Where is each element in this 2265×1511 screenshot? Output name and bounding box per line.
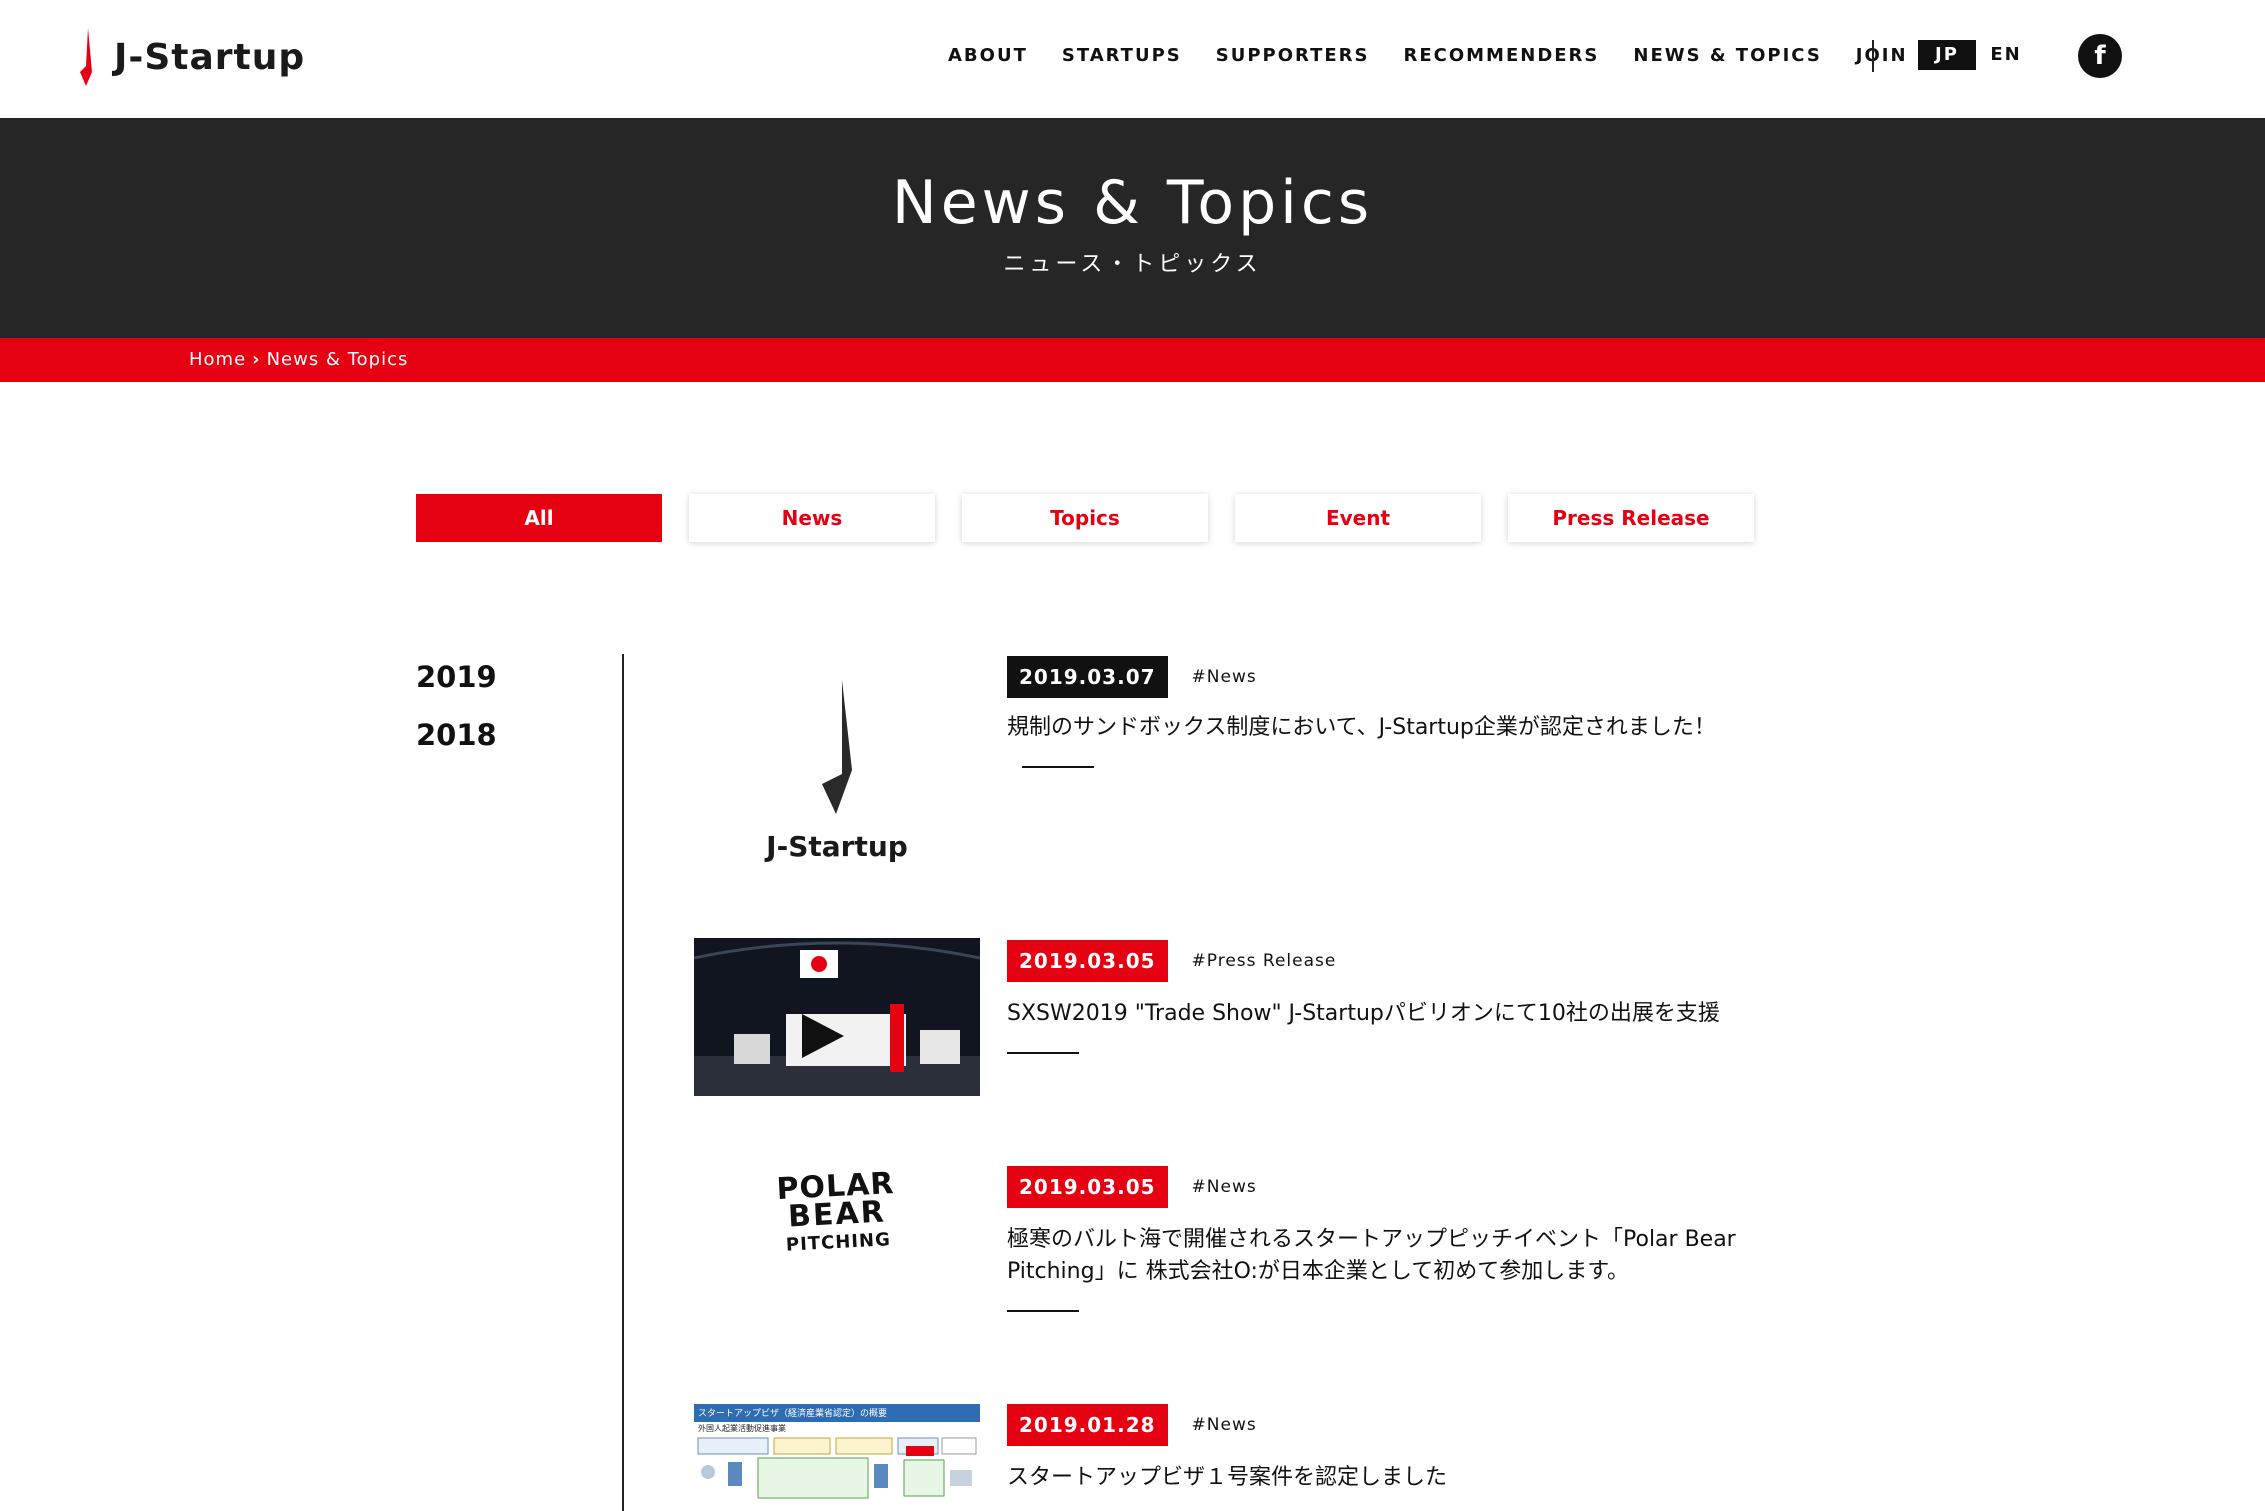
year-link-2019[interactable]: 2019 (416, 648, 497, 706)
article-date: 2019.03.05 (1007, 940, 1168, 982)
year-link-2018[interactable]: 2018 (416, 706, 497, 764)
news-item[interactable]: J-Startup 2019.03.07 #News 規制のサンドボックス制度に… (694, 656, 1764, 876)
nav-about[interactable]: ABOUT (948, 42, 1028, 70)
nav-divider (1872, 40, 1874, 72)
article-date: 2019.01.28 (1007, 1404, 1168, 1446)
site-header: J-Startup ABOUT STARTUPS SUPPORTERS RECO… (0, 0, 2265, 118)
article-thumbnail-startup-visa-diagram[interactable]: スタートアップビザ（経済産業省認定）の概要 外国人起業活動促進事業 (694, 1404, 980, 1511)
article-meta: 2019.03.05 #Press Release (1007, 940, 1336, 982)
article-tag[interactable]: #News (1192, 667, 1257, 687)
article-title[interactable]: SXSW2019 "Trade Show" J-Startupパビリオンにて10… (1007, 998, 1767, 1030)
article-meta: 2019.01.28 #News (1007, 1404, 1257, 1446)
breadcrumb-current: News & Topics (266, 349, 409, 370)
article-title[interactable]: 規制のサンドボックス制度において、J-Startup企業が認定されました！ (1007, 712, 1767, 744)
article-date: 2019.03.05 (1007, 1166, 1168, 1208)
chevron-right-icon: › (252, 349, 261, 370)
news-item[interactable]: スタートアップビザ（経済産業省認定）の概要 外国人起業活動促進事業 2019.0… (694, 1404, 1764, 1511)
lang-en-button[interactable]: EN (1988, 40, 2024, 70)
timeline-divider (622, 654, 624, 1511)
tab-topics[interactable]: Topics (962, 494, 1208, 542)
lang-jp-button[interactable]: JP (1918, 40, 1976, 70)
article-meta: 2019.03.05 #News (1007, 1166, 1257, 1208)
site-logo[interactable]: J-Startup (74, 28, 305, 86)
nav-recommenders[interactable]: RECOMMENDERS (1403, 42, 1599, 70)
breadcrumb-home[interactable]: Home (189, 349, 246, 371)
thumb-logo-text: J-Startup (764, 830, 908, 863)
news-item[interactable]: 2019.03.05 #Press Release SXSW2019 "Trad… (694, 938, 1764, 1098)
year-list: 2019 2018 (416, 648, 497, 764)
article-tag[interactable]: #Press Release (1192, 951, 1337, 971)
nav-startups[interactable]: STARTUPS (1062, 42, 1182, 70)
article-underline (1007, 1310, 1079, 1312)
article-tag[interactable]: #News (1192, 1177, 1257, 1197)
article-thumbnail-j-startup-logo[interactable]: J-Startup (694, 666, 980, 866)
page-hero: News & Topics ニュース・トピックス (0, 118, 2265, 338)
tab-news[interactable]: News (689, 494, 935, 542)
breadcrumb-bar: Home › News & Topics (0, 338, 2265, 382)
article-title[interactable]: スタートアップビザ１号案件を認定しました (1007, 1462, 1767, 1494)
article-meta: 2019.03.07 #News (1007, 656, 1257, 698)
page-subtitle: ニュース・トピックス (1003, 252, 1262, 277)
tab-event[interactable]: Event (1235, 494, 1481, 542)
tab-all[interactable]: All (416, 494, 662, 542)
article-tag[interactable]: #News (1192, 1415, 1257, 1435)
logo-mark-icon (80, 28, 92, 86)
tab-press-release[interactable]: Press Release (1508, 494, 1754, 542)
j-startup-logo-image: J-Startup (764, 680, 908, 863)
article-underline (1022, 766, 1094, 768)
polar-bear-pitching-logo: POLAR BEAR PITCHING (775, 1165, 896, 1256)
breadcrumb: Home › News & Topics (189, 349, 408, 371)
startup-visa-diagram: スタートアップビザ（経済産業省認定）の概要 外国人起業活動促進事業 (694, 1404, 980, 1511)
main-nav: ABOUT STARTUPS SUPPORTERS RECOMMENDERS N… (948, 42, 1942, 70)
logo-text: J-Startup (114, 36, 306, 78)
article-thumbnail-pavilion-render[interactable] (694, 938, 980, 1096)
nav-join[interactable]: JOIN (1856, 42, 1908, 70)
page-title: News & Topics (891, 168, 1374, 238)
news-item[interactable]: POLAR BEAR PITCHING 2019.03.05 #News 極寒の… (694, 1160, 1764, 1320)
article-thumbnail-polar-bear-pitching[interactable]: POLAR BEAR PITCHING (694, 1160, 980, 1270)
article-date: 2019.03.07 (1007, 656, 1168, 698)
article-title[interactable]: 極寒のバルト海で開催されるスタートアップピッチイベント「Polar Bear P… (1007, 1224, 1767, 1288)
nav-supporters[interactable]: SUPPORTERS (1216, 42, 1370, 70)
article-underline (1007, 1052, 1079, 1054)
category-tabs: All News Topics Event Press Release (416, 494, 1781, 542)
pavilion-render-image (694, 938, 980, 1096)
nav-news-topics[interactable]: NEWS & TOPICS (1633, 42, 1821, 70)
facebook-icon[interactable]: f (2078, 34, 2122, 78)
